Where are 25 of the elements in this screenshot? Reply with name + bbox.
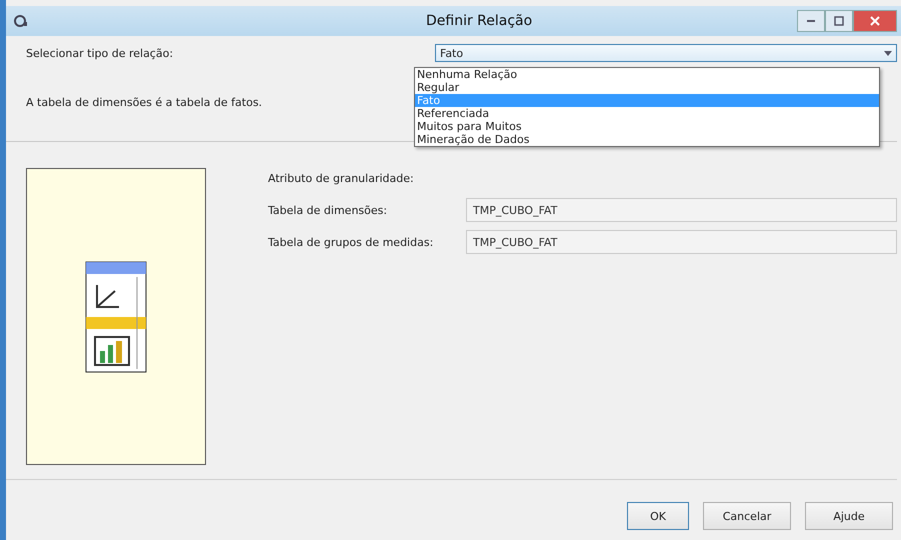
description-text: A tabela de dimensões é a tabela de fatos. — [26, 96, 262, 109]
text-field[interactable]: TMP_CUBO_FAT — [466, 198, 897, 222]
dialog-button[interactable]: OK — [627, 502, 689, 530]
text-field[interactable]: TMP_CUBO_FAT — [466, 230, 897, 254]
app-icon — [14, 14, 28, 28]
dialog-button[interactable]: Ajude — [805, 502, 893, 530]
close-icon — [870, 16, 880, 26]
dropdown-option[interactable]: Nenhuma Relação — [415, 68, 879, 81]
close-button[interactable] — [853, 10, 897, 32]
dropdown-arrow-icon — [884, 50, 892, 56]
minimize-icon — [807, 20, 815, 22]
minimize-button[interactable] — [797, 10, 825, 32]
maximize-icon — [834, 16, 844, 26]
relation-type-label: Selecionar tipo de relação: — [26, 46, 174, 60]
dropdown-option[interactable]: Mineração de Dados — [415, 133, 879, 146]
field-label: Tabela de dimensões: — [268, 204, 388, 216]
field-label: Tabela de grupos de medidas: — [268, 236, 434, 248]
dialog-button[interactable]: Cancelar — [703, 502, 791, 530]
maximize-button[interactable] — [825, 10, 853, 32]
relation-type-dropdown[interactable]: Fato — [435, 44, 897, 62]
field-label: Atributo de granularidade: — [268, 172, 415, 184]
dropdown-option[interactable]: Muitos para Muitos — [415, 120, 879, 133]
dropdown-option[interactable]: Regular — [415, 81, 879, 94]
window-title: Definir Relação — [426, 13, 532, 29]
dropdown-option[interactable]: Referenciada — [415, 107, 879, 120]
